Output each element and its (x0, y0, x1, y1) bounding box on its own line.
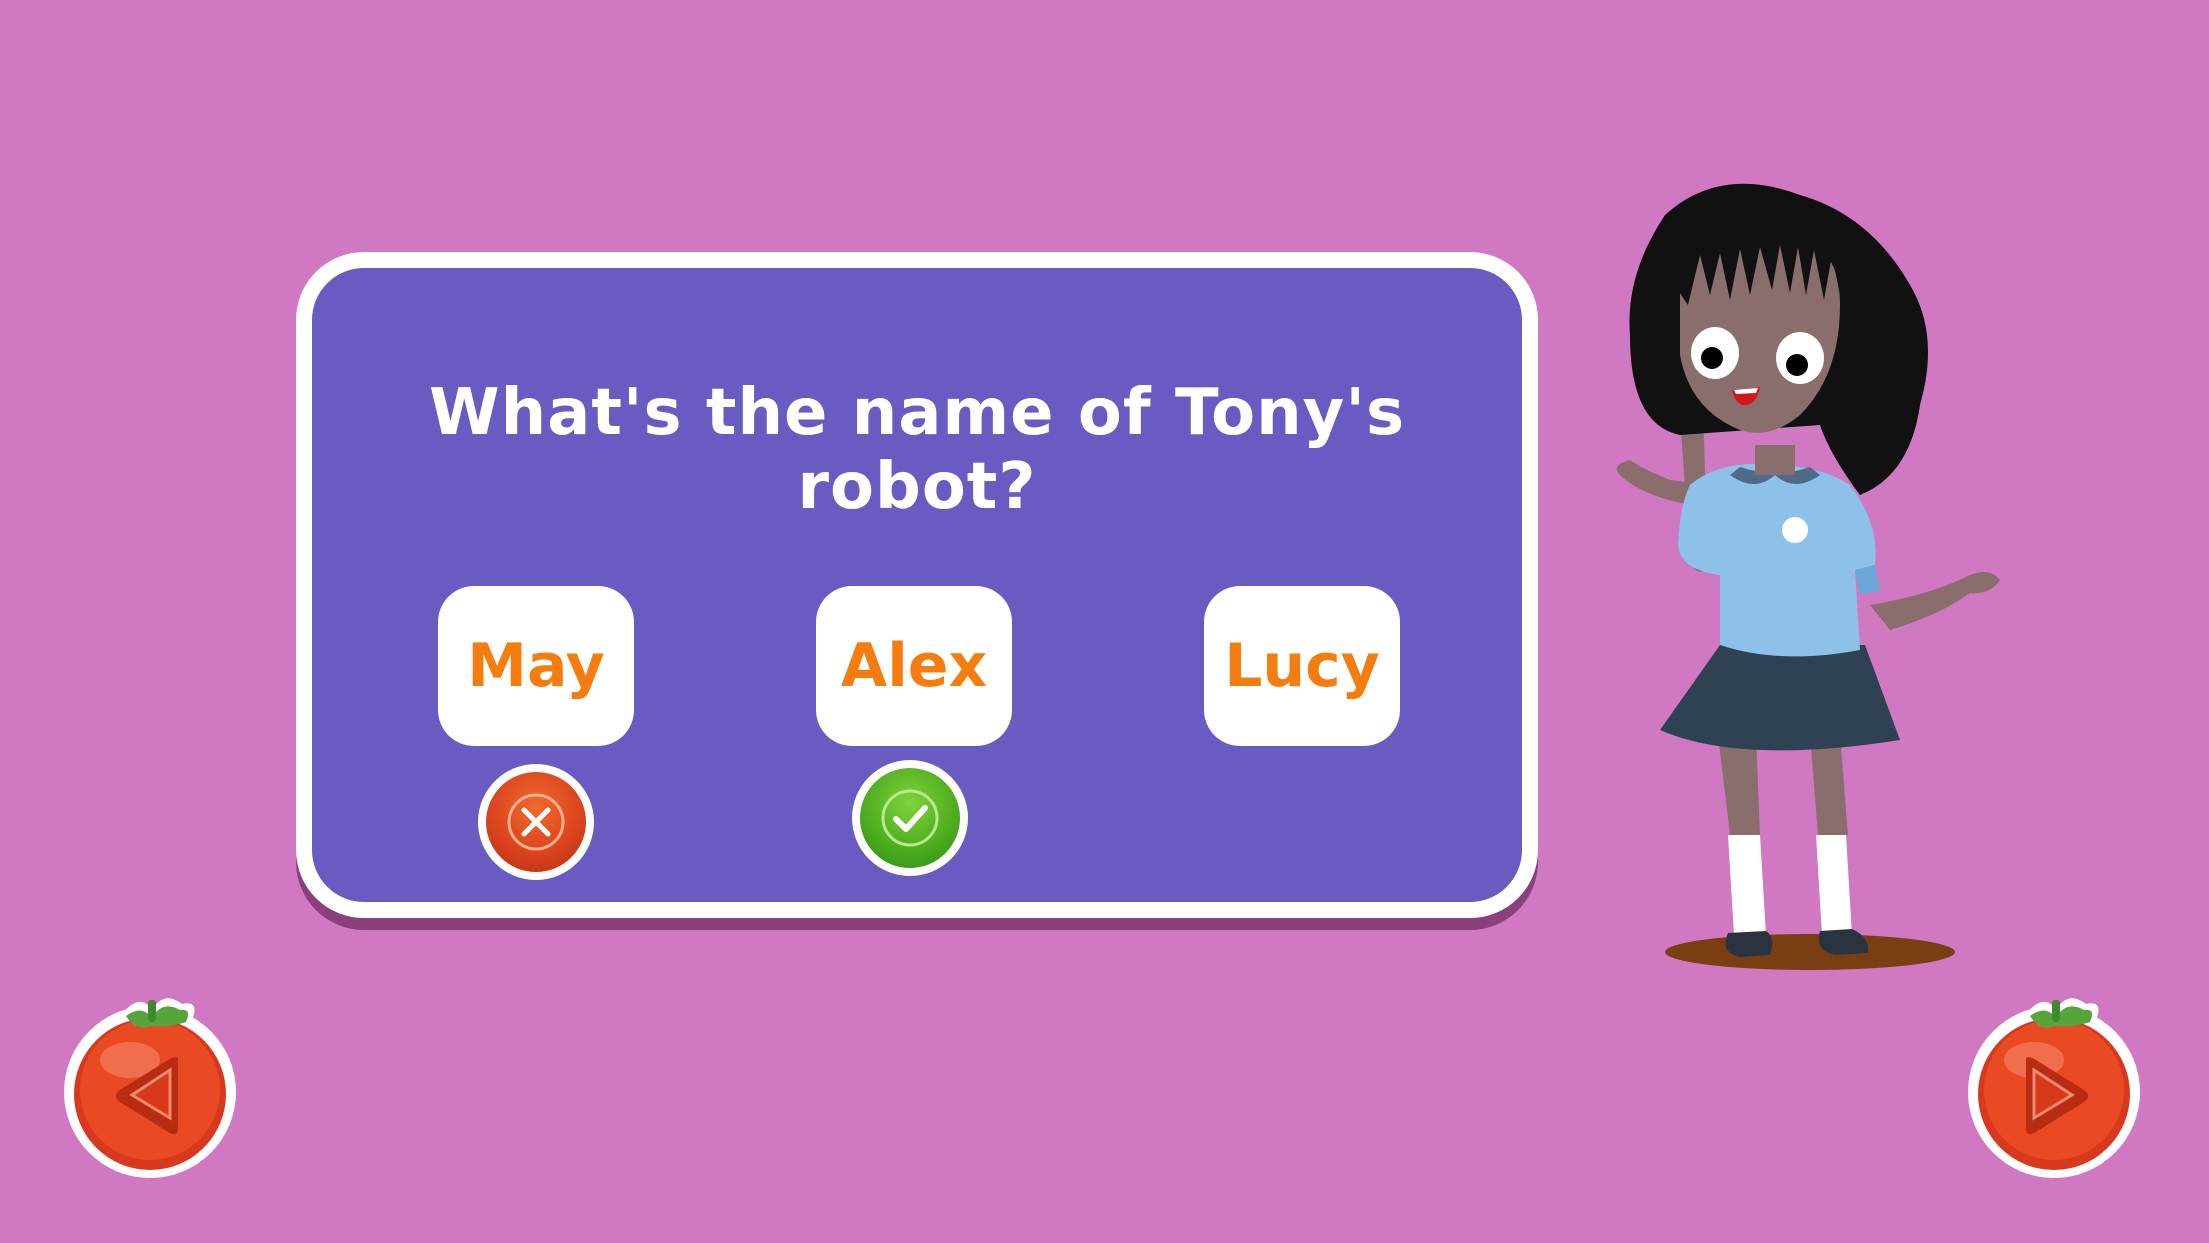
answer-option-lucy[interactable]: Lucy (1204, 586, 1400, 746)
next-button[interactable] (1964, 982, 2144, 1182)
tomato-previous-icon (64, 998, 236, 1178)
previous-button[interactable] (60, 982, 240, 1182)
answer-label: Lucy (1224, 631, 1380, 701)
answer-option-may[interactable]: May (438, 586, 634, 746)
quiz-card: What's the name of Tony's robot? May Ale… (296, 252, 1538, 918)
answer-option-alex[interactable]: Alex (816, 586, 1012, 746)
answer-label: Alex (840, 631, 988, 701)
question-text: What's the name of Tony's robot? (428, 376, 1406, 524)
game-scene: What's the name of Tony's robot? May Ale… (0, 0, 2209, 1243)
answer-label: May (467, 631, 605, 701)
wrong-answer-badge (478, 764, 594, 880)
correct-answer-badge (852, 760, 968, 876)
x-mark-icon (507, 793, 565, 851)
girl-character-illustration (1570, 175, 2040, 980)
checkmark-icon (881, 789, 939, 847)
tomato-next-icon (1968, 998, 2140, 1178)
